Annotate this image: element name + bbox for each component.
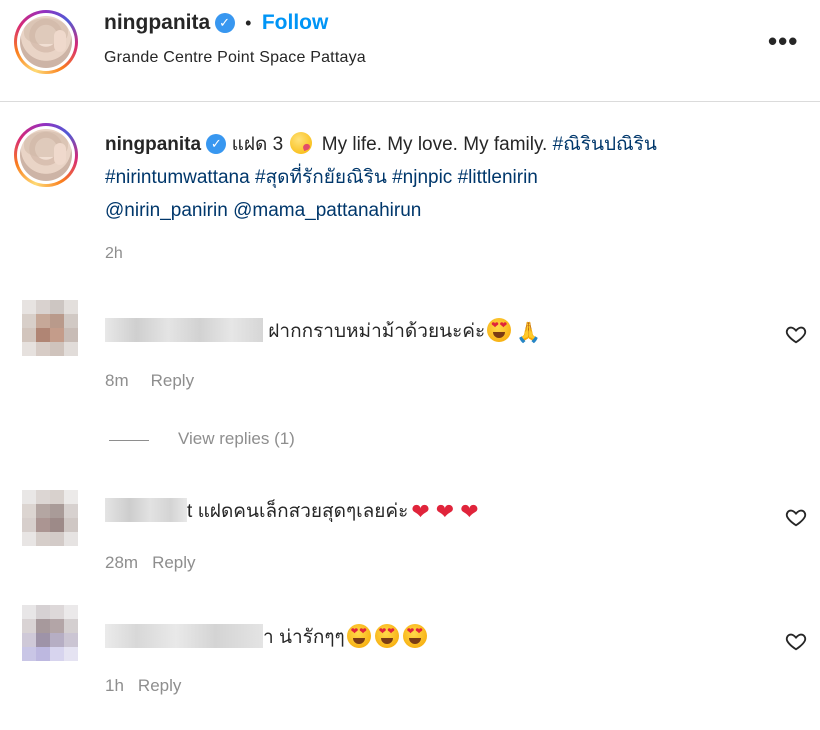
caption-text: My life. My love. My family.	[321, 134, 548, 155]
comment-text: น่ารักๆๆ	[278, 627, 345, 648]
reply-button[interactable]: Reply	[152, 553, 195, 572]
reply-button[interactable]: Reply	[151, 371, 194, 390]
author-username[interactable]: ningpanita	[104, 11, 210, 34]
caption-author-avatar[interactable]	[14, 123, 78, 187]
comment-username-fragment: t	[187, 501, 193, 522]
more-options-icon[interactable]: •••	[768, 26, 798, 57]
mention-link[interactable]: @mama_pattanahirun	[233, 200, 421, 221]
comment-username-blurred[interactable]	[105, 498, 187, 522]
red-heart-emoji-icon: ❤	[460, 499, 479, 524]
caption-verified-badge-icon: ✓	[206, 134, 227, 154]
mention-link[interactable]: @nirin_panirin	[105, 200, 228, 221]
heart-eyes-emoji-icon	[487, 318, 512, 342]
comment-meta: 1h Reply	[105, 676, 181, 696]
comment-body: า น่ารักๆๆ	[105, 622, 429, 652]
comment-timestamp[interactable]: 28m	[105, 553, 138, 572]
red-heart-emoji-icon: ❤	[435, 499, 455, 524]
hashtag-link[interactable]: #littlenirin	[458, 167, 538, 188]
like-heart-icon[interactable]	[785, 630, 807, 652]
header-divider	[0, 101, 820, 102]
hashtag-link[interactable]: #njnpic	[392, 167, 452, 188]
separator-dot: •	[245, 13, 252, 33]
hashtag-link[interactable]: #ณิรินปณิริน	[553, 134, 657, 155]
commenter-avatar[interactable]	[22, 300, 78, 364]
comment-meta: 8m Reply	[105, 371, 194, 391]
verified-badge-icon: ✓	[214, 13, 235, 33]
comment-timestamp[interactable]: 8m	[105, 371, 129, 390]
comment-username-blurred[interactable]	[105, 624, 263, 648]
comment-username-fragment: า	[263, 627, 274, 648]
comment-text: ฝากกราบหม่าม้าด้วยนะค่ะ	[268, 321, 486, 342]
hashtag-link[interactable]: #nirintumwattana	[105, 167, 250, 188]
author-avatar[interactable]	[14, 10, 78, 74]
caption-timestamp[interactable]: 2h	[105, 245, 123, 263]
comment-meta: 28m Reply	[105, 553, 196, 573]
post-caption: ningpanita ✓ แฝด 3 My life. My love. My …	[105, 128, 795, 227]
caption-author-photo	[20, 129, 72, 181]
comment-timestamp[interactable]: 1h	[105, 676, 124, 695]
commenter-avatar[interactable]	[22, 490, 78, 554]
reply-button[interactable]: Reply	[138, 676, 181, 695]
author-photo	[20, 16, 72, 68]
red-heart-emoji-icon: ❤	[411, 499, 430, 524]
replies-divider-line	[109, 440, 149, 441]
post-header-line: ningpanita ✓ • Follow	[104, 11, 328, 35]
follow-button[interactable]: Follow	[262, 11, 329, 34]
wink-kiss-emoji-icon	[290, 132, 313, 154]
comment-body: t แฝดคนเล็กสวยสุดๆเลยค่ะ ❤ ❤ ❤	[105, 496, 482, 526]
folded-hands-emoji-icon: 🙏	[516, 322, 542, 344]
comment-text: แฝดคนเล็กสวยสุดๆเลยค่ะ	[197, 501, 409, 522]
comment-body: ฝากกราบหม่าม้าด้วยนะค่ะ 🙏	[105, 316, 541, 346]
hashtag-link[interactable]: #สุดที่รักยัยณิริน	[255, 167, 387, 188]
heart-eyes-emoji-icon	[346, 624, 371, 648]
like-heart-icon[interactable]	[785, 506, 807, 528]
caption-username[interactable]: ningpanita	[105, 134, 201, 155]
view-replies-button[interactable]: View replies (1)	[178, 429, 295, 449]
commenter-avatar[interactable]	[22, 605, 78, 669]
like-heart-icon[interactable]	[785, 323, 807, 345]
caption-thai-text: แฝด 3	[231, 134, 284, 155]
post-location[interactable]: Grande Centre Point Space Pattaya	[104, 49, 366, 67]
heart-eyes-emoji-icon	[374, 624, 399, 648]
comment-username-blurred[interactable]	[105, 318, 263, 342]
heart-eyes-emoji-icon	[402, 624, 427, 648]
